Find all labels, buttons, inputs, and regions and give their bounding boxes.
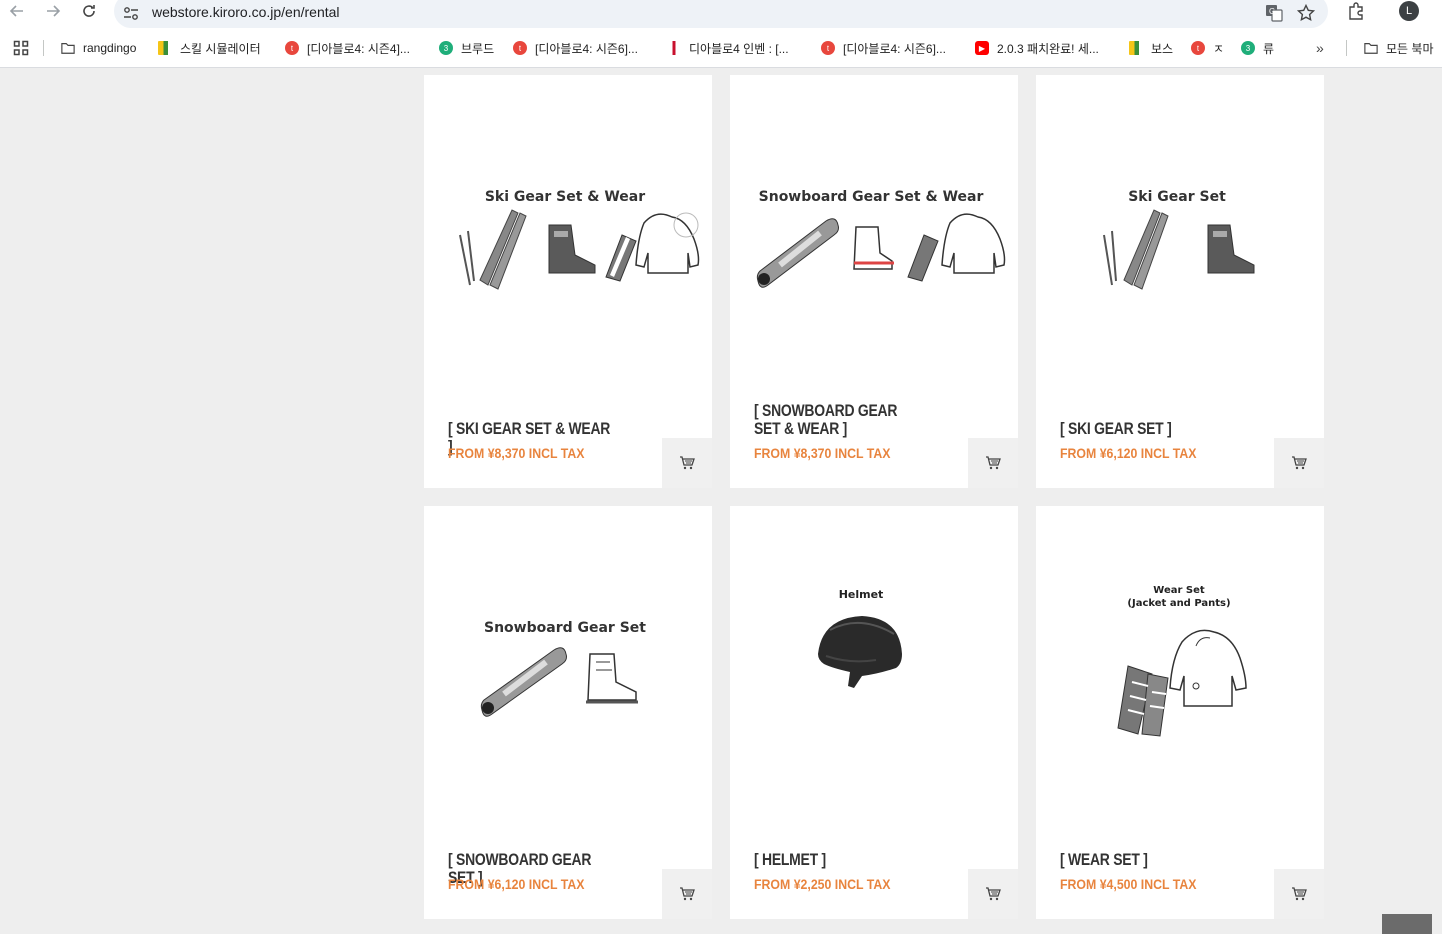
image-title: Helmet [839,588,884,601]
snowboard-gear-wear-illustration: Snowboard Gear Set & Wear [756,189,1006,288]
arrow-left-icon [9,5,23,17]
folder-icon [61,43,75,54]
cart-icon [986,887,1001,901]
bookmark-favicon [158,41,172,55]
bookmark-item[interactable]: 보스 [1129,38,1173,58]
bookmark-favicon: t [1191,41,1205,55]
bookmarks-overflow-button[interactable]: » [1316,40,1324,56]
helmet-illustration: Helmet [818,588,902,688]
translate-icon[interactable]: G [1264,3,1284,23]
site-info-icon [124,7,138,20]
product-price: FROM ¥8,370 INCL TAX [754,445,891,461]
product-price: FROM ¥4,500 INCL TAX [1060,876,1197,892]
ski-gear-illustration: Ski Gear Set [1103,189,1255,290]
bookmark-favicon: t [285,41,299,55]
apps-grid-icon[interactable] [13,40,29,56]
url-text[interactable]: webstore.kiroro.co.jp/en/rental [152,4,340,20]
product-card[interactable]: Wear Set (Jacket and Pants) [ WEAR SET ]… [1036,506,1324,919]
ski-gear-wear-illustration: Ski Gear Set & Wear [459,189,700,290]
bookmark-favicon: t [821,41,835,55]
product-image[interactable]: Helmet [730,506,1018,826]
add-to-cart-button[interactable] [968,869,1018,919]
bookmarks-divider [1346,40,1347,56]
reload-icon [83,5,95,17]
cart-icon [680,887,695,901]
bookmark-item[interactable]: rangdingo [61,38,136,58]
product-card[interactable]: Snowboard Gear Set & Wear [ SNOWBOARD GE… [730,75,1018,488]
youtube-icon: ▶ [975,41,989,55]
product-card[interactable]: Ski Gear Set & Wear [ SKI GEAR SET & WEA… [424,75,712,488]
bookmark-favicon [667,41,681,55]
bookmark-item[interactable]: 디아블로4 인벤 : [... [667,38,789,58]
star-icon[interactable] [1296,3,1316,23]
folder-icon [1364,43,1378,54]
add-to-cart-button[interactable] [662,438,712,488]
reload-button[interactable] [77,0,101,22]
cart-icon [986,456,1001,470]
bookmark-item[interactable]: 스킬 시뮬레이터 [158,38,261,58]
product-image[interactable]: Snowboard Gear Set [424,506,712,826]
snowboard-gear-illustration: Snowboard Gear Set [480,620,646,717]
all-bookmarks-folder[interactable]: 모든 북마 [1364,38,1434,58]
bookmark-item[interactable]: t [디아블로4: 시즌6]... [513,38,638,58]
image-title: Ski Gear Set & Wear [485,189,645,205]
image-title: Wear Set [1153,585,1205,596]
cart-icon [680,456,695,470]
product-name[interactable]: [ SNOWBOARD GEAR SET & WEAR ] [754,402,918,438]
product-image[interactable]: Wear Set (Jacket and Pants) [1036,506,1324,826]
product-price: FROM ¥6,120 INCL TAX [1060,445,1197,461]
add-to-cart-button[interactable] [1274,869,1324,919]
cart-icon [1292,887,1307,901]
bookmark-item[interactable]: t [디아블로4: 시즌4]... [285,38,410,58]
bookmark-item[interactable]: t [디아블로4: 시즌6]... [821,38,946,58]
wear-set-illustration: Wear Set (Jacket and Pants) [1117,585,1247,737]
image-subtitle: (Jacket and Pants) [1127,598,1230,609]
bookmark-item[interactable]: 3 류 [1241,38,1274,58]
cart-icon [1292,456,1307,470]
image-title: Snowboard Gear Set [484,620,646,636]
product-name[interactable]: [ WEAR SET ] [1060,851,1224,869]
extensions-icon[interactable] [1346,1,1366,21]
bookmark-favicon: 3 [1241,41,1255,55]
bookmark-favicon [1129,41,1143,55]
product-price: FROM ¥8,370 INCL TAX [448,445,585,461]
forward-button[interactable] [41,0,65,22]
bookmark-favicon: t [513,41,527,55]
svg-text:G: G [1269,7,1275,16]
back-button[interactable] [5,0,29,22]
address-bar[interactable]: webstore.kiroro.co.jp/en/rental G [114,0,1328,28]
product-card[interactable]: Helmet [ HELMET ] FROM ¥2,250 INCL TAX [730,506,1018,919]
product-card[interactable]: Snowboard Gear Set [ SNOWBOARD GEAR SET … [424,506,712,919]
add-to-cart-button[interactable] [968,438,1018,488]
profile-avatar[interactable]: L [1399,1,1419,21]
product-image[interactable]: Snowboard Gear Set & Wear [730,75,1018,395]
bookmarks-divider [43,40,44,56]
bookmarks-bar: rangdingo 스킬 시뮬레이터 t [디아블로4: 시즌4]... 3 브… [0,36,1442,60]
add-to-cart-button[interactable] [1274,438,1324,488]
scroll-to-top-button[interactable] [1382,914,1432,934]
product-price: FROM ¥6,120 INCL TAX [448,876,585,892]
bookmark-item[interactable]: t ㅈ [1191,38,1224,58]
product-card[interactable]: Ski Gear Set [ SKI GEAR SET ] FROM ¥6,12… [1036,75,1324,488]
bookmark-item[interactable]: 3 브루드 [439,38,494,58]
image-title: Snowboard Gear Set & Wear [759,189,984,205]
add-to-cart-button[interactable] [662,869,712,919]
product-image[interactable]: Ski Gear Set [1036,75,1324,395]
image-title: Ski Gear Set [1128,189,1226,205]
product-name[interactable]: [ SKI GEAR SET ] [1060,420,1224,438]
bookmark-favicon: 3 [439,41,453,55]
browser-toolbar: webstore.kiroro.co.jp/en/rental G L rang… [0,0,1442,68]
product-price: FROM ¥2,250 INCL TAX [754,876,891,892]
product-image[interactable]: Ski Gear Set & Wear [424,75,712,395]
arrow-right-icon [47,5,61,17]
product-name[interactable]: [ HELMET ] [754,851,918,869]
bookmark-item[interactable]: ▶ 2.0.3 패치완료! 세... [975,38,1099,58]
